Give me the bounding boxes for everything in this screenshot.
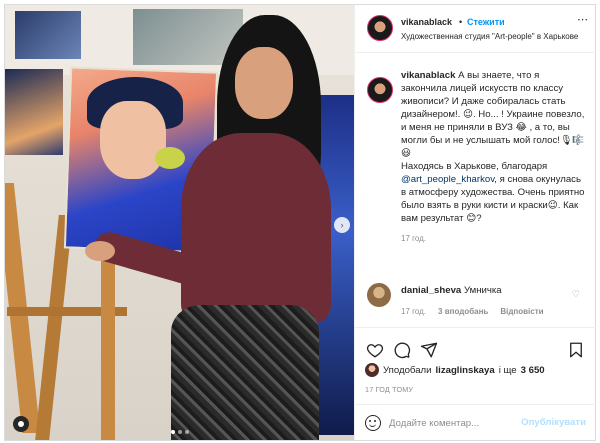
instagram-post: › vikanablack • Стежити Художественная с… bbox=[4, 4, 596, 441]
carousel-dots bbox=[5, 430, 354, 434]
separator: • bbox=[459, 17, 463, 27]
author-avatar[interactable] bbox=[367, 15, 393, 41]
emoji-icon[interactable] bbox=[365, 415, 381, 431]
post-photo[interactable]: › bbox=[5, 5, 354, 440]
post-sidebar: vikanablack • Стежити Художественная сту… bbox=[354, 5, 596, 440]
location-link[interactable]: Художественная студия "Art-people" в Хар… bbox=[401, 32, 591, 41]
post-timestamp[interactable]: 17 год тому bbox=[365, 385, 413, 394]
likes-middle: і ще bbox=[498, 364, 517, 376]
send-icon[interactable] bbox=[419, 340, 439, 360]
publish-button[interactable]: Опублікувати bbox=[521, 417, 586, 428]
comment-icon[interactable] bbox=[392, 340, 412, 360]
woman-pants bbox=[171, 305, 319, 440]
reply-button[interactable]: Відповісти bbox=[500, 307, 543, 316]
caption-body: Находясь в Харькове, благодаря bbox=[401, 161, 548, 172]
easel bbox=[101, 250, 115, 440]
post-caption: vikanablack А вы знаете, что я закончила… bbox=[355, 69, 596, 243]
liker-username[interactable]: lizaglinskaya bbox=[435, 365, 494, 376]
more-horizontal-icon[interactable]: ⋯ bbox=[577, 13, 588, 26]
easel bbox=[35, 215, 73, 440]
next-slide-icon[interactable]: › bbox=[334, 217, 350, 233]
carousel-dot bbox=[170, 430, 175, 434]
comment-meta: 17 год. 3 вподобань Відповісти bbox=[401, 307, 544, 316]
comment-time: 17 год. bbox=[401, 307, 427, 316]
commenter-username[interactable]: danial_sheva bbox=[401, 285, 461, 296]
heart-icon[interactable] bbox=[365, 340, 385, 360]
bookmark-icon[interactable] bbox=[566, 340, 586, 360]
likes-prefix: Уподобали bbox=[383, 364, 432, 376]
user-tag-icon[interactable] bbox=[13, 416, 29, 432]
comment-text: danial_sheva Умничка bbox=[401, 281, 596, 297]
commenter-avatar[interactable] bbox=[367, 283, 391, 307]
comment-body: Умничка bbox=[463, 285, 502, 296]
comment-like-heart-icon[interactable]: ♡ bbox=[572, 289, 580, 300]
likes-count[interactable]: 3 650 bbox=[521, 365, 545, 376]
portrait-face bbox=[100, 101, 166, 179]
woman-top bbox=[181, 133, 331, 323]
caption-time: 17 год. bbox=[401, 234, 427, 243]
author-username[interactable]: vikanablack bbox=[401, 17, 452, 27]
caption-avatar[interactable] bbox=[367, 77, 393, 103]
carousel-dot bbox=[184, 430, 189, 434]
caption-text: vikanablack А вы знаете, что я закончила… bbox=[401, 69, 586, 225]
wall-painting bbox=[15, 11, 81, 59]
caption-body: А вы знаете, что я закончила лицей искус… bbox=[401, 70, 585, 159]
likes-summary: Уподобали lizaglinskaya і ще 3 650 bbox=[355, 361, 596, 379]
woman-face bbox=[235, 47, 293, 119]
comment-likes[interactable]: 3 вподобань bbox=[438, 307, 488, 316]
follow-button[interactable]: Стежити bbox=[467, 17, 505, 27]
wall-painting bbox=[5, 69, 63, 155]
carousel-dot bbox=[177, 430, 182, 434]
caption-username[interactable]: vikanablack bbox=[401, 70, 455, 81]
post-header: vikanablack • Стежити Художественная сту… bbox=[355, 5, 596, 53]
liker-avatar[interactable] bbox=[365, 363, 379, 377]
portrait-bird bbox=[155, 147, 185, 169]
comment-row: danial_sheva Умничка ♡ 17 год. 3 вподоба… bbox=[355, 281, 596, 321]
woman-hand bbox=[85, 241, 115, 261]
comment-input[interactable] bbox=[389, 413, 529, 433]
add-comment-bar: Опублікувати bbox=[355, 404, 596, 440]
mention-link[interactable]: @art_people_kharkov bbox=[401, 174, 494, 185]
